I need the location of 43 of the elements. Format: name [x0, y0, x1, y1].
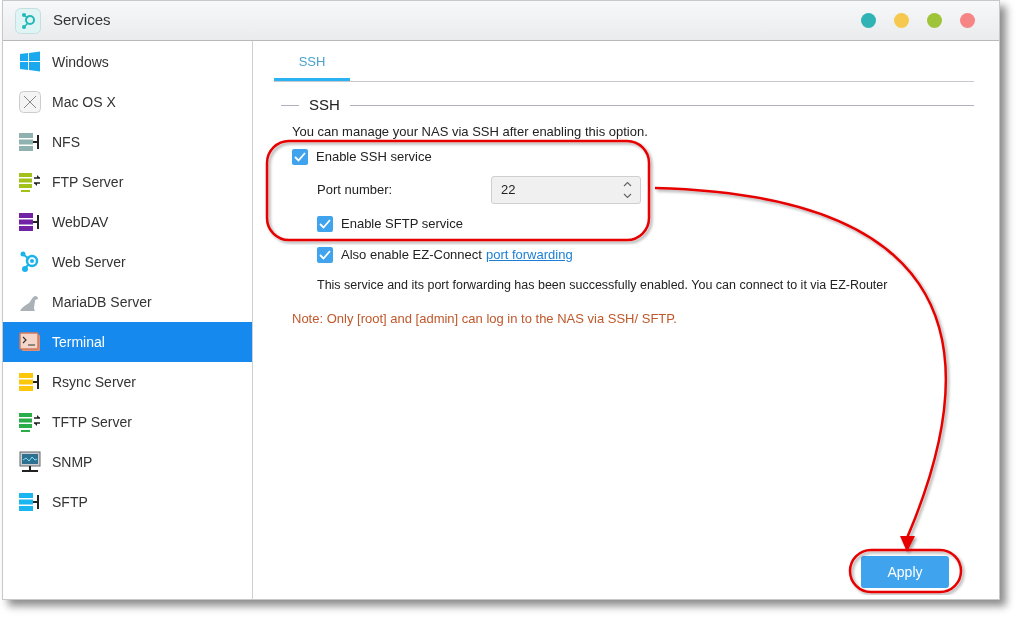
- sidebar-item[interactable]: Mac OS X: [3, 82, 252, 122]
- link[interactable]: port forwarding: [485, 244, 573, 265]
- window-control[interactable]: [927, 13, 942, 28]
- sidebar-item[interactable]: Terminal: [3, 322, 252, 362]
- spinner-icon[interactable]: [623, 180, 632, 200]
- windows-icon: [19, 51, 41, 73]
- network-icon: [19, 251, 41, 273]
- sidebar-item[interactable]: NFS: [3, 122, 252, 162]
- section-title: SSH: [309, 95, 340, 115]
- sidebar-item[interactable]: MariaDB Server: [3, 282, 252, 322]
- checkbox[interactable]: [317, 215, 333, 232]
- sidebar-item[interactable]: TFTP Server: [3, 402, 252, 442]
- server-icon: [19, 171, 41, 193]
- terminal-icon: [19, 331, 41, 353]
- status-text: This service and its port forwarding has been successfully enabled. You can connect to it via EZ-Router: [317, 277, 888, 295]
- checkbox[interactable]: [292, 148, 308, 165]
- note-text: Note: Only [root] and [admin] can log in to the NAS via SSH/ SFTP.: [292, 310, 678, 328]
- sidebar-item[interactable]: FTP Server: [3, 162, 252, 202]
- checkbox-label: Also enable EZ-Connect: [341, 245, 482, 264]
- app-icon: [15, 7, 41, 34]
- sidebar-item[interactable]: Windows: [3, 42, 252, 82]
- server-icon: [19, 371, 41, 393]
- server-icon: [19, 131, 41, 153]
- monitor-icon: [19, 451, 41, 473]
- close-button[interactable]: [960, 13, 975, 28]
- description-text: You can manage your NAS via SSH after enabling this option.: [292, 122, 649, 141]
- checkbox-label: Enable SFTP service: [341, 214, 463, 233]
- sidebar-item[interactable]: Rsync Server: [3, 362, 252, 402]
- server-icon: [19, 411, 41, 433]
- window-control[interactable]: [894, 13, 909, 28]
- field-label: Port number:: [317, 181, 394, 200]
- window-control[interactable]: [861, 13, 876, 28]
- x-icon: [19, 91, 41, 113]
- sidebar-item[interactable]: Web Server: [3, 242, 252, 282]
- sidebar-item[interactable]: WebDAV: [3, 202, 252, 242]
- sidebar-item[interactable]: SNMP: [3, 442, 252, 482]
- checkbox-label: Enable SSH service: [316, 147, 432, 166]
- server-icon: [19, 491, 41, 513]
- port-field[interactable]: 22: [491, 176, 641, 204]
- sidebar-item[interactable]: SFTP: [3, 482, 252, 522]
- window-title: Services: [53, 10, 111, 31]
- checkbox[interactable]: [317, 246, 333, 263]
- server-icon: [19, 211, 41, 233]
